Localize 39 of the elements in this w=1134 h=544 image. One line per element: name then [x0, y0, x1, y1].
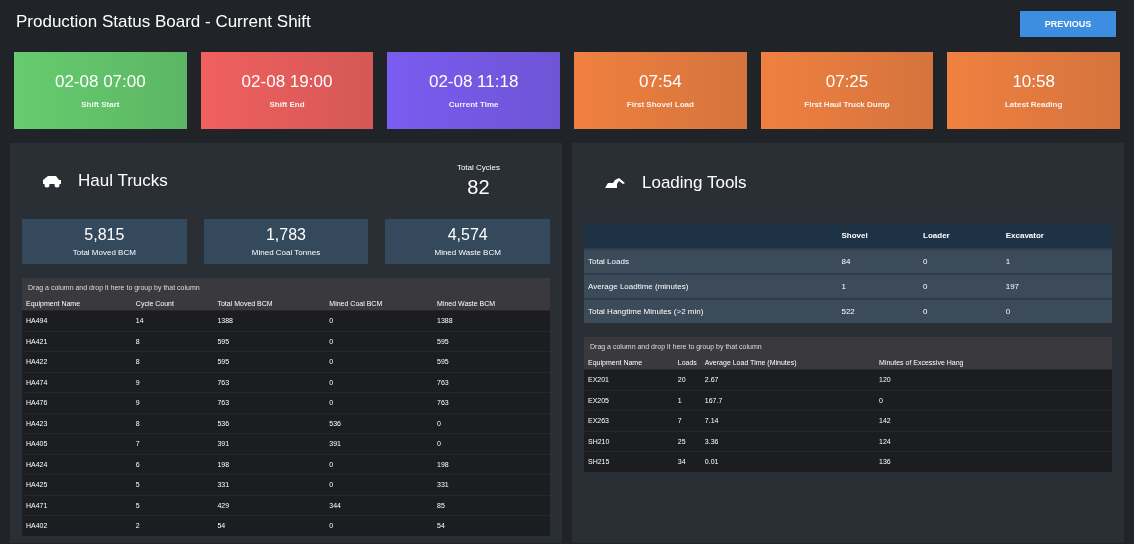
- stat-label: Mined Coal Tonnes: [251, 248, 321, 257]
- tile-label: Shift Start: [81, 100, 120, 109]
- row-label: Total Loads: [584, 249, 838, 274]
- column-header: Excavator: [1001, 223, 1112, 249]
- panel-title: Haul Trucks: [78, 171, 168, 191]
- stat-value: 4,574: [447, 226, 488, 244]
- column-header: Loader: [919, 223, 1002, 249]
- column-header: Shovel: [837, 223, 920, 249]
- tile-label: First Haul Truck Dump: [804, 100, 890, 109]
- table-cell: 1: [1001, 249, 1112, 274]
- table-cell: 1: [837, 274, 920, 299]
- table-cell: 0: [919, 249, 1002, 274]
- row-label: Average Loadtime (minutes): [584, 274, 838, 299]
- tile-label: Current Time: [448, 100, 499, 109]
- tile-label: First Shovel Load: [626, 100, 694, 109]
- table-cell: 0: [919, 274, 1002, 299]
- stat-value: 1,783: [265, 226, 306, 244]
- row-label: Total Hangtime Minutes (>2 min): [584, 299, 838, 323]
- tile-value: 10:58: [1012, 72, 1055, 92]
- stat-label: Total Moved BCM: [72, 248, 136, 257]
- tile-label: Shift End: [269, 100, 305, 109]
- total-cycles-label: Total Cycles: [456, 163, 500, 172]
- stat-label: Mined Waste BCM: [434, 248, 501, 257]
- tile-label: Latest Reading: [1005, 100, 1063, 109]
- board-title: Production Status Board - Current Shift: [16, 12, 311, 32]
- tile-value: 02-08 19:00: [241, 72, 333, 92]
- total-cycles-value: 82: [467, 176, 490, 199]
- table-cell: 0: [1001, 299, 1112, 323]
- table-cell: 0: [919, 299, 1002, 323]
- table-cell: 84: [837, 249, 920, 274]
- tile-value: 07:25: [825, 72, 869, 92]
- table-cell: 197: [1001, 274, 1112, 299]
- table-cell: 522: [837, 299, 920, 323]
- tile-value: 07:54: [639, 72, 682, 92]
- excavator-icon: [604, 177, 626, 189]
- panel-title: Loading Tools: [642, 173, 747, 193]
- tile-value: 02-08 07:00: [54, 72, 146, 92]
- stat-value: 5,815: [84, 226, 125, 244]
- tile-value: 02-08 11:18: [428, 72, 519, 92]
